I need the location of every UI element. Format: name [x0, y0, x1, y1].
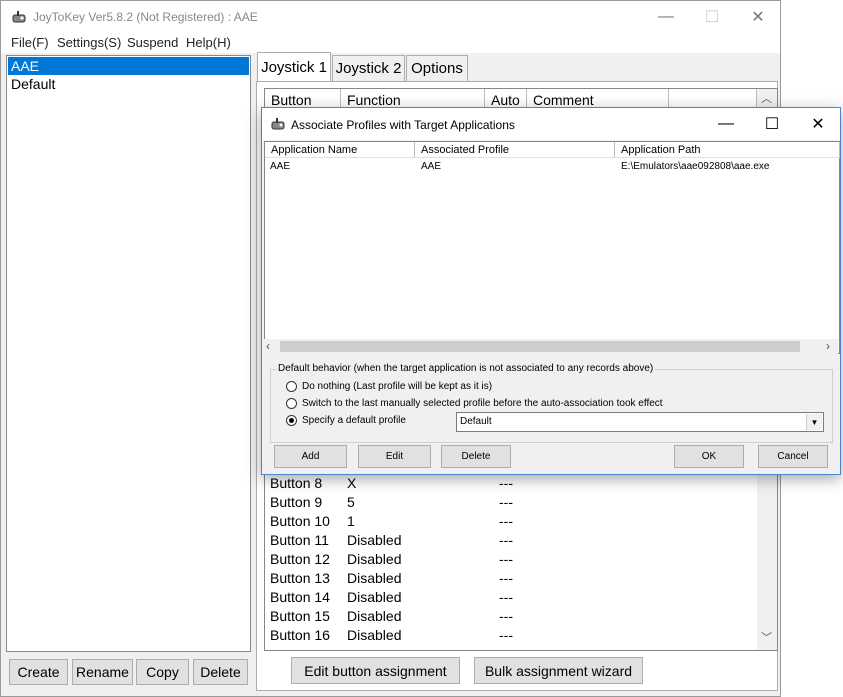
menu-suspend[interactable]: Suspend	[127, 35, 178, 50]
col-header-application-name[interactable]: Application Name	[265, 142, 415, 158]
table-row[interactable]: Button 13 Disabled ---	[270, 569, 750, 588]
radio-specify-default-label[interactable]: Specify a default profile	[302, 415, 406, 426]
table-row[interactable]: Button 14 Disabled ---	[270, 588, 750, 607]
row-auto: ---	[499, 608, 513, 624]
joytokey-app-icon	[270, 116, 286, 132]
scroll-down-icon[interactable]: ﹀	[761, 629, 772, 645]
cell-application-name[interactable]: AAE	[270, 161, 290, 172]
col-header-associated-profile[interactable]: Associated Profile	[415, 142, 615, 158]
delete-button[interactable]: Delete	[441, 445, 511, 468]
create-profile-button[interactable]: Create	[9, 659, 68, 685]
row-button: Button 8	[270, 475, 323, 491]
window-title: JoyToKey Ver5.8.2 (Not Registered) : AAE	[33, 10, 258, 24]
row-auto: ---	[499, 475, 513, 491]
edit-button[interactable]: Edit	[358, 445, 431, 468]
radio-specify-default[interactable]	[286, 415, 297, 426]
row-auto: ---	[499, 627, 513, 643]
dialog-title: Associate Profiles with Target Applicati…	[291, 118, 515, 132]
profile-item-default[interactable]: Default	[8, 75, 249, 93]
menu-file[interactable]: File(F)	[11, 35, 49, 50]
row-function: X	[347, 475, 357, 491]
title-bar: JoyToKey Ver5.8.2 (Not Registered) : AAE…	[1, 1, 780, 33]
row-function: Disabled	[347, 589, 402, 605]
row-auto: ---	[499, 570, 513, 586]
default-profile-select[interactable]: Default ▼	[456, 412, 824, 432]
associate-profiles-dialog: Associate Profiles with Target Applicati…	[261, 107, 841, 475]
table-row[interactable]: Button 16 Disabled ---	[270, 626, 750, 645]
menu-bar: File(F) Settings(S) Suspend Help(H)	[1, 33, 780, 53]
add-button[interactable]: Add	[274, 445, 347, 468]
scroll-left-icon[interactable]: ‹	[266, 339, 270, 353]
default-profile-value: Default	[460, 416, 492, 427]
row-function: Disabled	[347, 608, 402, 624]
row-function: Disabled	[347, 627, 402, 643]
table-row[interactable]: Button 9 5 ---	[270, 493, 750, 512]
dialog-title-bar: Associate Profiles with Target Applicati…	[262, 108, 840, 140]
default-behavior-label: Default behavior (when the target applic…	[276, 363, 656, 374]
dialog-maximize-button[interactable]: ☐	[749, 108, 795, 140]
close-button[interactable]: ✕	[735, 1, 781, 33]
tab-options[interactable]: Options	[406, 55, 468, 81]
scroll-thumb[interactable]	[280, 341, 800, 352]
row-function: Disabled	[347, 551, 402, 567]
ok-button[interactable]: OK	[674, 445, 744, 468]
dropdown-arrow-icon[interactable]: ▼	[806, 414, 822, 430]
row-button: Button 16	[270, 627, 330, 643]
rename-profile-button[interactable]: Rename	[72, 659, 133, 685]
tab-joystick-1[interactable]: Joystick 1	[257, 52, 331, 82]
row-auto: ---	[499, 589, 513, 605]
table-row[interactable]: Button 8 X ---	[270, 474, 750, 493]
row-button: Button 10	[270, 513, 330, 529]
row-auto: ---	[499, 494, 513, 510]
table-row[interactable]: Button 15 Disabled ---	[270, 607, 750, 626]
list-horizontal-scrollbar[interactable]: ‹ ›	[264, 339, 838, 354]
radio-do-nothing[interactable]	[286, 381, 297, 392]
maximize-button[interactable]: ☐	[689, 1, 735, 33]
col-header-application-path[interactable]: Application Path	[615, 142, 840, 158]
row-button: Button 15	[270, 608, 330, 624]
table-row[interactable]: Button 11 Disabled ---	[270, 531, 750, 550]
row-function: 5	[347, 494, 355, 510]
row-button: Button 12	[270, 551, 330, 567]
radio-switch-last[interactable]	[286, 398, 297, 409]
scroll-up-icon[interactable]: ︿	[761, 90, 772, 106]
radio-switch-last-label[interactable]: Switch to the last manually selected pro…	[302, 398, 663, 409]
delete-profile-button[interactable]: Delete	[193, 659, 248, 685]
table-row[interactable]: Button 10 1 ---	[270, 512, 750, 531]
copy-profile-button[interactable]: Copy	[136, 659, 189, 685]
table-row[interactable]: Button 12 Disabled ---	[270, 550, 750, 569]
dialog-minimize-button[interactable]: —	[703, 108, 749, 140]
row-auto: ---	[499, 532, 513, 548]
row-function: Disabled	[347, 532, 402, 548]
edit-button-assignment-button[interactable]: Edit button assignment	[291, 657, 460, 684]
cancel-button[interactable]: Cancel	[758, 445, 828, 468]
profile-item-aae[interactable]: AAE	[8, 57, 249, 75]
row-auto: ---	[499, 513, 513, 529]
row-button: Button 9	[270, 494, 323, 510]
cell-application-path[interactable]: E:\Emulators\aae092808\aae.exe	[621, 161, 769, 172]
minimize-button[interactable]: —	[643, 1, 689, 33]
row-function: 1	[347, 513, 355, 529]
row-auto: ---	[499, 551, 513, 567]
profile-list[interactable]: AAE Default	[6, 55, 251, 652]
bulk-assignment-wizard-button[interactable]: Bulk assignment wizard	[474, 657, 643, 684]
menu-help[interactable]: Help(H)	[186, 35, 231, 50]
menu-settings[interactable]: Settings(S)	[57, 35, 121, 50]
joytokey-app-icon	[11, 9, 27, 25]
row-function: Disabled	[347, 570, 402, 586]
association-list[interactable]: Application Name Associated Profile Appl…	[264, 141, 840, 354]
radio-do-nothing-label[interactable]: Do nothing (Last profile will be kept as…	[302, 381, 492, 392]
row-button: Button 14	[270, 589, 330, 605]
dialog-close-button[interactable]: ✕	[795, 108, 841, 140]
row-button: Button 13	[270, 570, 330, 586]
row-button: Button 11	[270, 532, 329, 548]
tab-joystick-2[interactable]: Joystick 2	[332, 55, 405, 81]
scroll-right-icon[interactable]: ›	[826, 339, 830, 353]
cell-associated-profile[interactable]: AAE	[421, 161, 441, 172]
